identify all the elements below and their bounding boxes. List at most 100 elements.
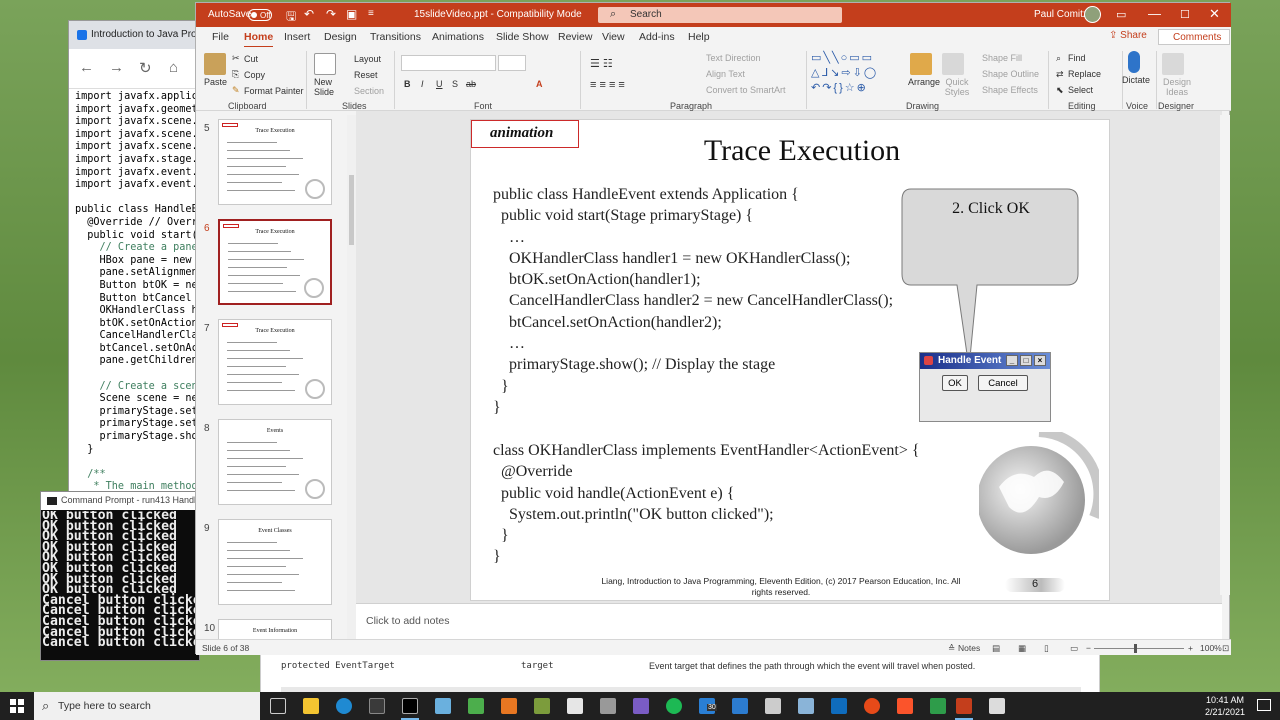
zoom-in-icon[interactable]: + xyxy=(1188,643,1193,653)
undo-icon[interactable]: ↶ xyxy=(304,7,314,21)
shape-fill-button[interactable]: Shape Fill xyxy=(982,53,1022,63)
fit-slide-icon[interactable]: ⊡ xyxy=(1222,643,1229,654)
minimize-icon[interactable]: — xyxy=(1148,6,1161,21)
select-button[interactable]: Select xyxy=(1068,85,1093,95)
format-painter-button[interactable]: Format Painter xyxy=(244,86,304,96)
quick-styles-button[interactable]: Quick Styles xyxy=(942,77,972,97)
tab-transitions[interactable]: Transitions xyxy=(370,31,421,43)
quick-styles-icon[interactable] xyxy=(942,53,964,75)
paste-icon[interactable] xyxy=(204,53,226,75)
section-button[interactable]: Section xyxy=(354,86,384,96)
paste-button[interactable]: Paste xyxy=(204,77,227,87)
app-icon[interactable] xyxy=(633,698,649,714)
shadow-icon[interactable]: S xyxy=(452,79,458,89)
zoom-level[interactable]: 100% xyxy=(1200,643,1222,653)
home-icon[interactable]: ⌂ xyxy=(169,59,178,76)
font-name-box[interactable] xyxy=(401,55,496,71)
command-prompt-window[interactable]: Command Prompt - run413 HandleEvent OK b… xyxy=(40,491,201,661)
arrange-button[interactable]: Arrange xyxy=(908,77,940,87)
app-icon[interactable] xyxy=(534,698,550,714)
arrange-icon[interactable] xyxy=(910,53,932,75)
zoom-slider-knob[interactable] xyxy=(1134,644,1137,653)
slide-sorter-icon[interactable]: ▦ xyxy=(1018,643,1026,654)
tab-slide-show[interactable]: Slide Show xyxy=(496,31,549,43)
slide-thumbnail[interactable]: Event Classes xyxy=(218,519,332,605)
find-icon[interactable]: ⌕ xyxy=(1056,53,1061,64)
app-icon[interactable] xyxy=(798,698,814,714)
tab-home[interactable]: Home xyxy=(244,31,274,48)
customize-qat-icon[interactable]: ≡ xyxy=(368,8,374,19)
vscode-icon[interactable] xyxy=(732,698,748,714)
notification-icon[interactable] xyxy=(1257,699,1271,711)
cut-icon[interactable]: ✂ xyxy=(232,53,240,64)
select-icon[interactable]: ⬉ xyxy=(1056,85,1064,96)
app-icon[interactable] xyxy=(989,698,1005,714)
app-icon[interactable] xyxy=(567,698,583,714)
close-icon[interactable]: ✕ xyxy=(1209,6,1220,22)
tab-design[interactable]: Design xyxy=(324,31,357,43)
cancel-button[interactable]: Cancel xyxy=(978,375,1028,391)
italic-icon[interactable]: I xyxy=(421,79,424,89)
powerpoint-icon[interactable] xyxy=(956,698,972,714)
app-icon[interactable] xyxy=(468,698,484,714)
redo-icon[interactable]: ↷ xyxy=(326,7,336,21)
browser-window[interactable]: Introduction to Java Programming ← → ↻ ⌂… xyxy=(68,20,241,501)
browser-tab[interactable]: Introduction to Java Programming xyxy=(69,21,241,49)
shape-effects-button[interactable]: Shape Effects xyxy=(982,85,1038,95)
convert-smartart-button[interactable]: Convert to SmartArt xyxy=(706,85,786,95)
photos-icon[interactable] xyxy=(435,698,451,714)
file-explorer-icon[interactable] xyxy=(303,698,319,714)
copy-button[interactable]: Copy xyxy=(244,70,265,80)
layout-button[interactable]: Layout xyxy=(354,54,381,64)
text-direction-button[interactable]: Text Direction xyxy=(706,53,761,63)
outlook-icon[interactable] xyxy=(831,698,847,714)
tab-file[interactable]: File xyxy=(212,31,229,43)
tab-add-ins[interactable]: Add-ins xyxy=(639,31,675,43)
search-box[interactable]: ⌕ Search xyxy=(598,7,842,23)
current-slide[interactable]: animation Trace Execution public class H… xyxy=(470,119,1110,601)
underline-icon[interactable]: U xyxy=(436,79,443,89)
maximize-icon[interactable]: ☐ xyxy=(1180,8,1190,21)
design-ideas-button[interactable]: Design Ideas xyxy=(1162,77,1192,97)
bold-icon[interactable]: B xyxy=(404,79,411,89)
thumbnail-scroll-thumb[interactable] xyxy=(349,175,354,245)
taskbar-search[interactable]: ⌕ Type here to search xyxy=(34,692,260,720)
user-name[interactable]: Paul Comitz xyxy=(1034,9,1088,20)
slide-thumbnail[interactable]: Events xyxy=(218,419,332,505)
new-slide-button[interactable]: New Slide xyxy=(314,77,340,97)
slide-thumbnail[interactable]: Event Information xyxy=(218,619,332,641)
slide-scrollbar[interactable] xyxy=(1220,115,1230,595)
tab-view[interactable]: View xyxy=(602,31,625,43)
cut-button[interactable]: Cut xyxy=(244,54,258,64)
edge-icon[interactable] xyxy=(336,698,352,714)
dictate-button[interactable]: Dictate xyxy=(1122,75,1150,85)
slide-thumbnail[interactable]: Trace Execution xyxy=(218,319,332,405)
brave-icon[interactable] xyxy=(897,698,913,714)
dialog-close-icon[interactable]: × xyxy=(1034,355,1046,366)
avatar[interactable] xyxy=(1084,6,1101,23)
windows-start-icon[interactable] xyxy=(10,699,24,713)
shapes-gallery[interactable]: ▭╲╲○▭▭ △ᒧ↘⇨⇩◯ ↶↷{}☆⊕ xyxy=(811,51,901,95)
find-button[interactable]: Find xyxy=(1068,53,1086,63)
reload-icon[interactable]: ↻ xyxy=(139,59,152,77)
new-slide-icon[interactable] xyxy=(314,53,336,75)
dialog-maximize-icon[interactable]: □ xyxy=(1020,355,1032,366)
replace-button[interactable]: Replace xyxy=(1068,69,1101,79)
ribbon-display-icon[interactable]: ▭ xyxy=(1116,8,1126,21)
tab-review[interactable]: Review xyxy=(558,31,592,43)
notes-button[interactable]: Notes xyxy=(958,643,980,653)
zoom-slider-track[interactable] xyxy=(1094,648,1184,649)
tab-help[interactable]: Help xyxy=(688,31,710,43)
shape-outline-button[interactable]: Shape Outline xyxy=(982,69,1039,79)
app-icon[interactable] xyxy=(501,698,517,714)
back-icon[interactable]: ← xyxy=(79,59,94,76)
font-size-box[interactable] xyxy=(498,55,526,71)
present-icon[interactable]: ▣ xyxy=(346,7,357,21)
bullets-icon[interactable]: ☰ ☷ xyxy=(590,57,613,70)
save-icon[interactable]: 🖫 xyxy=(286,7,296,28)
app-icon[interactable] xyxy=(864,698,880,714)
slide-thumbnail[interactable]: Trace Execution xyxy=(218,119,332,205)
slide-thumbnail[interactable]: Trace Execution xyxy=(218,219,332,305)
app-icon[interactable] xyxy=(600,698,616,714)
slideshow-icon[interactable]: ▭ xyxy=(1070,643,1078,654)
